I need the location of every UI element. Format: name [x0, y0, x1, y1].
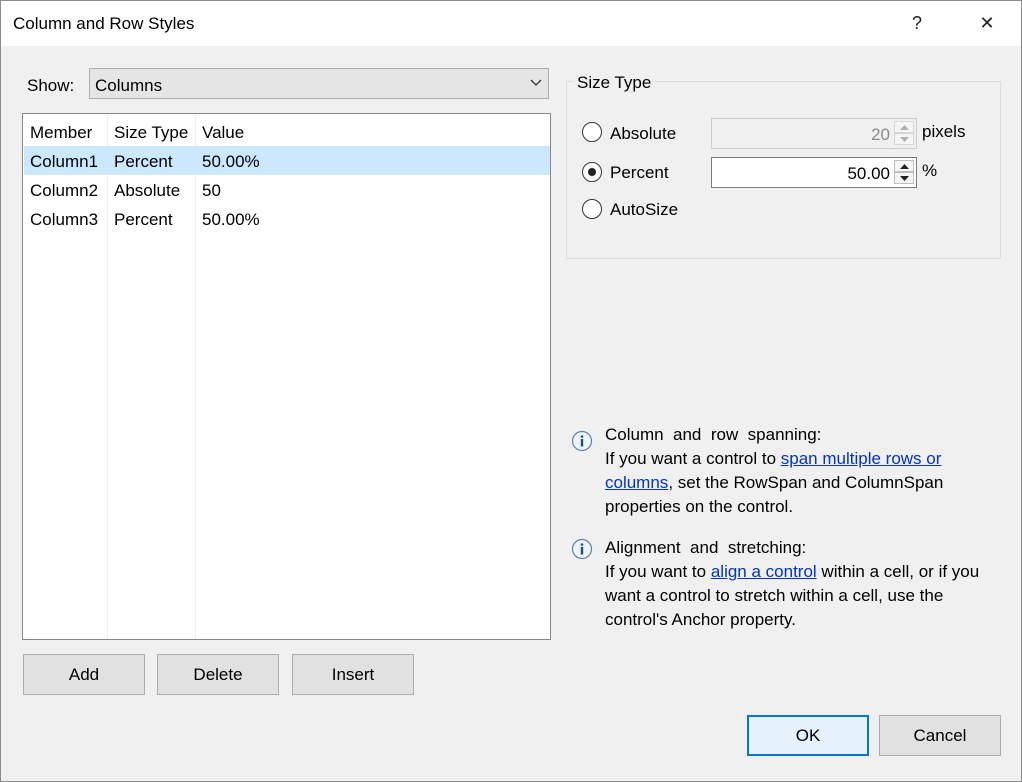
info-icon: [571, 430, 593, 452]
absolute-radio[interactable]: [582, 122, 602, 142]
spin-down-icon[interactable]: [894, 172, 914, 184]
cell-size-type: Absolute: [114, 181, 181, 200]
cancel-button[interactable]: Cancel: [879, 715, 1001, 756]
show-label: Show:: [27, 76, 75, 95]
cell-size-type: Percent: [114, 152, 173, 171]
header-size-type: Size Type: [114, 123, 189, 142]
dialog-title: Column and Row Styles: [13, 14, 195, 33]
spin-down-icon: [894, 133, 914, 145]
spanning-info: Column and row spanning: If you want a c…: [605, 423, 985, 519]
grid-row[interactable]: Column3 Percent 50.00%: [24, 204, 550, 233]
spanning-heading: Column and row spanning:: [605, 425, 822, 444]
grid-row[interactable]: Column2 Absolute 50: [24, 175, 550, 204]
dialog-window: Column and Row Styles ? ✕ Show: Columns …: [0, 0, 1022, 782]
close-icon: ✕: [979, 13, 995, 33]
cell-value: 50.00%: [202, 152, 260, 171]
insert-button[interactable]: Insert: [292, 654, 414, 695]
delete-button[interactable]: Delete: [157, 654, 279, 695]
grid-header: Member Size Type Value: [23, 114, 550, 146]
cell-member: Column1: [30, 152, 99, 171]
help-icon: ?: [911, 13, 922, 33]
percent-unit: %: [922, 161, 938, 180]
cell-member: Column3: [30, 210, 99, 229]
add-button[interactable]: Add: [23, 654, 145, 695]
header-value: Value: [202, 123, 245, 142]
grid-row[interactable]: Column1 Percent 50.00%: [24, 146, 550, 175]
member-grid[interactable]: Member Size Type Value Column1 Percent 5…: [22, 113, 551, 640]
align-control-link[interactable]: align a control: [711, 562, 817, 581]
percent-radio[interactable]: [582, 162, 602, 182]
alignment-heading: Alignment and stretching:: [605, 538, 807, 557]
help-button[interactable]: ?: [894, 1, 940, 46]
close-button[interactable]: ✕: [964, 1, 1010, 46]
percent-value-stepper[interactable]: 50.00: [711, 157, 917, 188]
autosize-radio[interactable]: [582, 199, 602, 219]
absolute-unit: pixels: [922, 122, 966, 141]
percent-value[interactable]: 50.00: [847, 164, 890, 184]
spin-up-icon[interactable]: [894, 160, 914, 172]
absolute-value-stepper: 20: [711, 118, 917, 149]
size-type-title: Size Type: [573, 73, 656, 93]
cell-value: 50.00%: [202, 210, 260, 229]
absolute-value: 20: [871, 125, 890, 144]
absolute-label[interactable]: Absolute: [610, 124, 676, 144]
ok-button[interactable]: OK: [747, 715, 869, 756]
info-icon: [571, 538, 593, 560]
autosize-label[interactable]: AutoSize: [610, 200, 678, 220]
spin-up-icon: [894, 121, 914, 133]
chevron-down-icon: [530, 79, 542, 86]
cell-value: 50: [202, 181, 221, 200]
header-member: Member: [30, 123, 93, 142]
show-selected-value: Columns: [95, 76, 163, 95]
show-dropdown[interactable]: Columns: [89, 68, 549, 99]
percent-label[interactable]: Percent: [610, 163, 669, 183]
cell-member: Column2: [30, 181, 99, 200]
title-bar: Column and Row Styles ? ✕: [1, 1, 1021, 46]
cell-size-type: Percent: [114, 210, 173, 229]
alignment-info: Alignment and stretching: If you want to…: [605, 536, 985, 632]
